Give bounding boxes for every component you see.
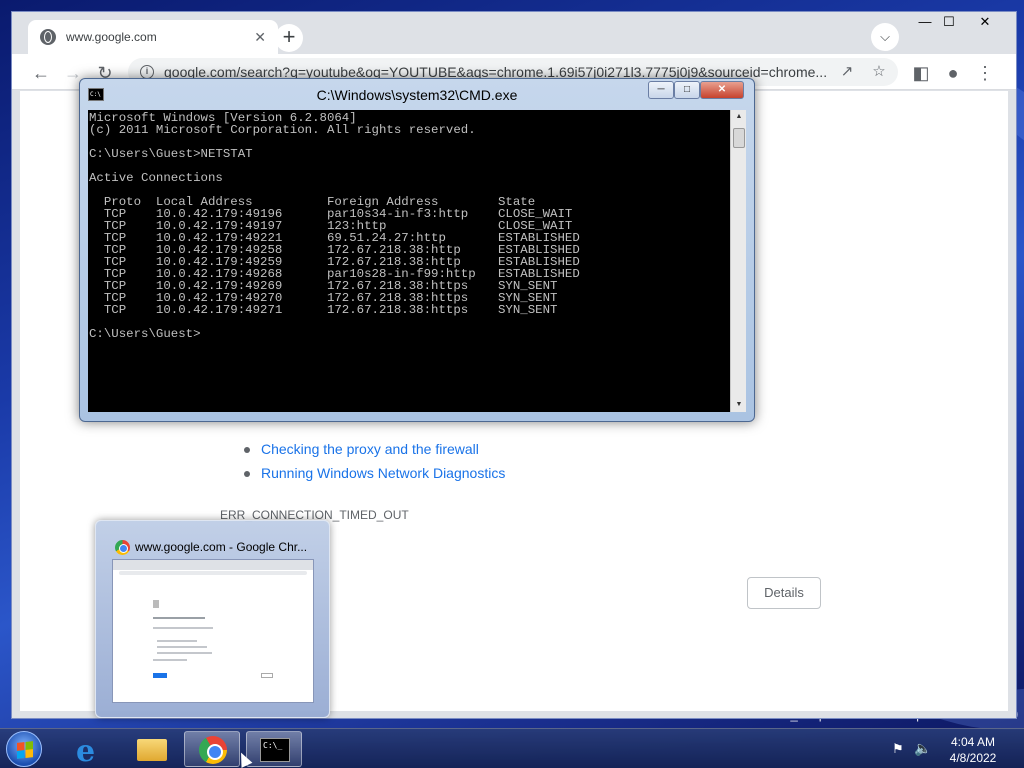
close-window-button[interactable]: ✕ <box>968 12 1002 32</box>
taskbar-thumbnail-preview[interactable]: www.google.com - Google Chr... <box>95 520 330 718</box>
preview-title: www.google.com - Google Chr... <box>135 540 308 554</box>
share-icon[interactable]: ↗ <box>836 61 858 83</box>
globe-icon <box>40 29 56 45</box>
new-tab-button[interactable]: + <box>275 24 303 52</box>
suggestion-list: Checking the proxy and the firewall Runn… <box>244 441 505 489</box>
cmd-maximize-button[interactable]: □ <box>674 81 700 99</box>
suggestion-link[interactable]: Running Windows Network Diagnostics <box>244 465 505 489</box>
console-line: (c) 2011 Microsoft Corporation. All righ… <box>89 123 476 137</box>
chrome-icon <box>115 540 130 555</box>
thumb-text <box>153 659 187 661</box>
tab-close-icon[interactable]: ✕ <box>254 29 266 46</box>
back-arrow-icon[interactable]: ← <box>28 60 54 86</box>
scroll-thumb[interactable] <box>733 128 745 148</box>
taskbar-cmd[interactable]: C:\_ <box>246 731 302 767</box>
thumb-text <box>157 652 212 654</box>
clock-date: 4/8/2022 <box>949 751 997 765</box>
console-line: TCP 10.0.42.179:49271 172.67.218.38:http… <box>89 303 558 317</box>
tab-title: www.google.com <box>66 30 157 44</box>
taskbar-explorer[interactable] <box>122 731 178 767</box>
system-clock[interactable]: 4:04 AM 4/8/2022 <box>945 734 1001 766</box>
thumb-tabbar <box>113 560 313 570</box>
thumb-text <box>157 646 207 648</box>
volume-icon[interactable]: 🔈 <box>914 740 931 757</box>
preview-thumbnail[interactable] <box>112 559 314 703</box>
thumb-text <box>153 617 205 619</box>
thumb-text <box>153 627 213 629</box>
thumb-button <box>261 673 273 678</box>
command-prompt-icon: C:\_ <box>260 738 290 762</box>
cmd-close-button[interactable]: ✕ <box>700 81 744 99</box>
console-line: C:\Users\Guest>NETSTAT <box>89 147 253 161</box>
taskbar-ie[interactable]: e <box>62 731 118 768</box>
thumb-addressbar <box>119 571 307 575</box>
chrome-icon <box>199 736 227 764</box>
console-line: C:\Users\Guest> <box>89 327 201 341</box>
profile-avatar-icon[interactable]: ● <box>940 60 966 86</box>
bookmark-star-icon[interactable]: ☆ <box>868 61 890 83</box>
start-button[interactable] <box>6 731 42 767</box>
site-info-icon[interactable]: i <box>140 65 154 79</box>
folder-icon <box>137 739 167 761</box>
tab-search-chevron-icon[interactable]: ⌵ <box>871 23 899 51</box>
console-line: Active Connections <box>89 171 223 185</box>
suggestion-link[interactable]: Checking the proxy and the firewall <box>244 441 505 465</box>
action-center-flag-icon[interactable]: ⚑ <box>892 741 904 757</box>
scroll-down-arrow-icon[interactable]: ▼ <box>731 398 747 412</box>
clock-time: 4:04 AM <box>950 735 996 749</box>
chrome-titlebar: www.google.com ✕ + ⌵ — ☐ ✕ <box>12 12 1016 54</box>
cmd-scrollbar[interactable]: ▲ ▼ <box>730 110 746 412</box>
browser-tab[interactable]: www.google.com ✕ <box>28 20 278 54</box>
menu-kebab-icon[interactable]: ⋮ <box>972 60 998 86</box>
internet-explorer-icon: e <box>76 734 96 768</box>
thumb-icon <box>153 600 159 608</box>
scroll-up-arrow-icon[interactable]: ▲ <box>731 110 747 124</box>
maximize-button[interactable]: ☐ <box>932 12 966 32</box>
cmd-minimize-button[interactable]: ─ <box>648 81 674 99</box>
thumb-button <box>153 673 167 678</box>
details-button[interactable]: Details <box>747 577 821 609</box>
cmd-window: C:\ C:\Windows\system32\CMD.exe ─ □ ✕ Mi… <box>79 78 755 422</box>
taskbar: e C:\_ ⚑ 🔈 4:04 AM 4/8/2022 <box>0 728 1024 768</box>
taskbar-chrome[interactable] <box>184 731 240 767</box>
console-output[interactable]: Microsoft Windows [Version 6.2.8064] (c) … <box>88 110 730 412</box>
side-panel-icon[interactable]: ◧ <box>908 60 934 86</box>
thumb-text <box>157 640 197 642</box>
windows-logo-icon <box>17 749 33 759</box>
